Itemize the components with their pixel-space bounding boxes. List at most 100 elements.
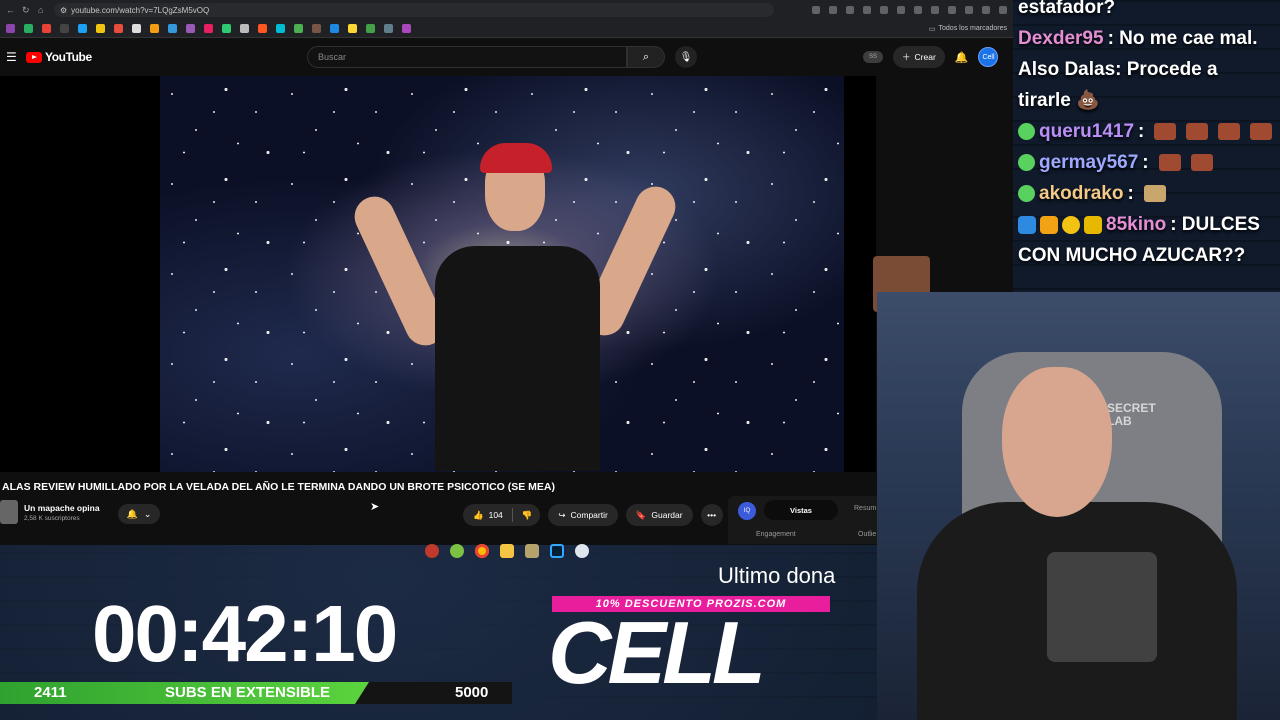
microphone-icon: 🎙 — [679, 51, 693, 63]
bell-icon: 🔔 — [126, 508, 138, 519]
like-icon[interactable]: 👍 — [473, 510, 484, 521]
taskbar-app-icon[interactable] — [449, 544, 464, 558]
extension-icon[interactable] — [914, 6, 922, 14]
taskbar-app-icon[interactable] — [424, 544, 439, 558]
all-bookmarks-folder[interactable]: ▭ Todos los marcadores — [929, 25, 1007, 33]
bookmark-icon[interactable] — [24, 24, 33, 33]
site-info-icon[interactable]: ⚙ — [60, 6, 67, 15]
bookmark-icon[interactable] — [222, 24, 231, 33]
extension-icon[interactable] — [863, 6, 871, 14]
bookmark-icon[interactable] — [150, 24, 159, 33]
plus-icon: ＋ — [902, 52, 911, 62]
browser-window: ← ↻ ⌂ ⚙ youtube.com/watch?v=7LQgZsM5vOQ — [0, 0, 1013, 545]
bookmark-icon[interactable] — [186, 24, 195, 33]
bookmark-icon[interactable] — [348, 24, 357, 33]
bookmark-icon[interactable] — [204, 24, 213, 33]
bookmark-icon[interactable] — [384, 24, 393, 33]
chat-line: CON MUCHO AZUCAR?? — [1018, 240, 1280, 271]
url-field[interactable]: ⚙ youtube.com/watch?v=7LQgZsM5vOQ — [54, 3, 774, 17]
iq-logo[interactable]: IQ — [738, 502, 756, 520]
chat-emote-icon — [1218, 123, 1241, 140]
bookmark-icon[interactable] — [168, 24, 177, 33]
channel-name[interactable]: Un mapache opina — [24, 503, 100, 513]
ss-badge[interactable]: SS — [863, 51, 883, 63]
stream-chat: estafador? Dexder95 : No me cae mal. Als… — [1018, 0, 1280, 271]
like-count[interactable]: 104 — [489, 510, 503, 520]
last-donor-name: CELL — [548, 603, 766, 702]
search-input[interactable]: Buscar — [307, 46, 627, 68]
bookmark-icon[interactable] — [294, 24, 303, 33]
home-icon[interactable]: ⌂ — [38, 6, 46, 15]
chat-username[interactable]: Dexder95 — [1018, 23, 1104, 54]
install-icon[interactable] — [829, 6, 837, 14]
search-button[interactable]: ⌕ — [627, 46, 665, 68]
notifications-bell-icon[interactable]: 🔔 — [955, 51, 969, 64]
save-button[interactable]: 🔖 Guardar — [625, 504, 693, 526]
user-avatar[interactable]: Cell — [978, 47, 999, 67]
dislike-icon[interactable]: 👎 — [522, 510, 541, 521]
bookmark-icon[interactable] — [330, 24, 339, 33]
chat-username[interactable]: queru1417 — [1039, 116, 1134, 147]
bookmark-icon[interactable] — [240, 24, 249, 33]
video-frame[interactable] — [160, 76, 844, 472]
channel-subscribers: 2,58 K suscriptores — [24, 514, 80, 522]
chat-username[interactable]: 85kino — [1106, 209, 1166, 240]
subs-label: SUBS EN EXTENSIBLE — [165, 684, 331, 701]
bookmark-icon[interactable] — [132, 24, 141, 33]
menu-icon[interactable] — [982, 6, 990, 14]
star-icon[interactable] — [846, 6, 854, 14]
chrome-icon[interactable] — [474, 544, 489, 558]
user-badge-icon — [1018, 154, 1035, 171]
chat-text: tirarle 💩 — [1018, 90, 1100, 111]
tab-vistas[interactable]: Vistas — [764, 500, 838, 520]
share-button[interactable]: ↪ Compartir — [548, 504, 618, 526]
channel-avatar[interactable] — [0, 500, 18, 524]
tab-resumen[interactable]: Resum — [854, 505, 876, 512]
user-badge-icon — [1018, 215, 1036, 234]
chat-username[interactable]: akodrako — [1039, 178, 1123, 209]
extension-icon[interactable] — [880, 6, 888, 14]
create-button[interactable]: ＋ Crear — [893, 46, 945, 68]
bookmark-icon[interactable] — [402, 24, 411, 33]
zoom-icon[interactable] — [812, 6, 820, 14]
chat-line: estafador? — [1018, 0, 1280, 23]
extension-icon[interactable] — [897, 6, 905, 14]
video-player[interactable] — [0, 76, 876, 472]
bookmark-icon[interactable] — [96, 24, 105, 33]
profile-icon[interactable] — [999, 6, 1007, 14]
download-icon[interactable] — [948, 6, 956, 14]
bookmark-icon[interactable] — [60, 24, 69, 33]
youtube-logo[interactable]: YouTube — [26, 50, 92, 64]
taskbar-app-icon[interactable] — [574, 544, 589, 558]
bookmark-icon[interactable] — [6, 24, 15, 33]
share-label: Compartir — [570, 510, 608, 520]
hamburger-menu-icon[interactable]: ☰ — [6, 50, 22, 64]
photoshop-icon[interactable] — [549, 544, 564, 558]
bookmark-icon[interactable] — [258, 24, 267, 33]
extension-icon[interactable] — [965, 6, 973, 14]
taskbar-app-icon[interactable] — [524, 544, 539, 558]
voice-search-button[interactable]: 🎙 — [675, 46, 697, 68]
back-icon[interactable]: ← — [6, 6, 15, 15]
bookmark-icon[interactable] — [366, 24, 375, 33]
chat-username[interactable]: germay567 — [1039, 147, 1138, 178]
chat-emote-icon — [1154, 123, 1177, 140]
video-title: ALAS REVIEW HUMILLADO POR LA VELADA DEL … — [2, 481, 556, 493]
chat-message: : No me cae mal. — [1107, 28, 1258, 49]
reload-icon[interactable]: ↻ — [22, 6, 30, 15]
header-actions: SS ＋ Crear 🔔 Cell — [863, 46, 999, 68]
bookmark-icon[interactable] — [42, 24, 51, 33]
more-options-button[interactable]: ••• — [700, 504, 723, 526]
taskbar — [0, 537, 1013, 565]
channel-info[interactable]: Un mapache opina 2,58 K suscriptores — [0, 500, 100, 524]
stream-timer: 00:42:10 — [92, 589, 398, 678]
bookmark-icon[interactable] — [78, 24, 87, 33]
create-label: Crear — [914, 52, 936, 62]
bookmark-icon[interactable] — [114, 24, 123, 33]
bookmark-icon[interactable] — [312, 24, 321, 33]
file-explorer-icon[interactable] — [499, 544, 514, 558]
subscription-bell-button[interactable]: 🔔 ⌄ — [118, 504, 160, 524]
bookmark-icon[interactable] — [276, 24, 285, 33]
extension-icon[interactable] — [931, 6, 939, 14]
chat-emote-icon — [1143, 185, 1166, 202]
